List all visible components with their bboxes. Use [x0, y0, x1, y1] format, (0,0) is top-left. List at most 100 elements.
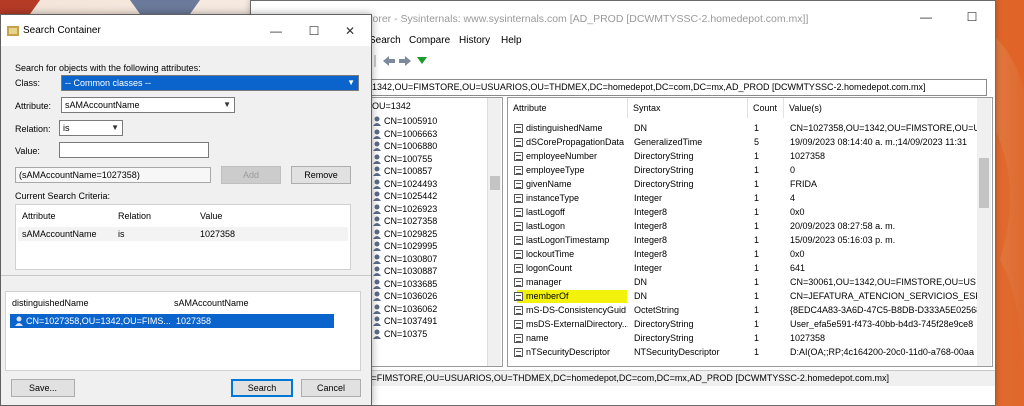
- tree-item[interactable]: CN=1029825: [372, 228, 437, 240]
- minimize-icon[interactable]: —: [911, 6, 941, 28]
- table-row[interactable]: instanceType Integer 1 4: [508, 192, 978, 205]
- tree-item[interactable]: CN=1033685: [372, 278, 437, 290]
- cell-syntax: Integer8: [634, 221, 668, 231]
- tree-scrollbar[interactable]: [487, 98, 501, 366]
- value-label: Value:: [15, 146, 40, 156]
- user-icon: [372, 216, 382, 226]
- cell-syntax: Integer: [634, 263, 663, 273]
- tree-item[interactable]: CN=1024493: [372, 178, 437, 190]
- cell-value: 4: [790, 193, 796, 203]
- tree-item[interactable]: CN=1025442: [372, 190, 437, 202]
- results-list[interactable]: distinguishedName sAMAccountName CN=1027…: [5, 291, 361, 371]
- tree-item[interactable]: CN=1005910: [372, 115, 437, 127]
- attribute-icon: [514, 236, 523, 245]
- tree-item[interactable]: CN=100857: [372, 165, 432, 177]
- table-row[interactable]: distinguishedName DN 1 CN=1027358,OU=1342,O…: [508, 122, 978, 135]
- tree-item[interactable]: CN=100755: [372, 153, 432, 165]
- tree-item[interactable]: CN=1036026: [372, 290, 437, 302]
- column-header-syntax[interactable]: Syntax: [628, 98, 748, 118]
- minimize-icon[interactable]: —: [261, 20, 291, 42]
- table-row[interactable]: msDS-ExternalDirectory... DirectoryString…: [508, 318, 978, 331]
- cell-value: 15/09/2023 05:16:03 p. m.: [790, 235, 896, 245]
- cell-value: 641: [790, 263, 806, 273]
- cell-value: 1027358: [790, 333, 826, 343]
- cell-value: 1027358: [790, 151, 826, 161]
- cell-syntax: DirectoryString: [634, 333, 694, 343]
- table-row[interactable]: lastLogon Integer8 1 20/09/2023 08:27:58 a.…: [508, 220, 978, 233]
- column-header-values[interactable]: Value(s): [784, 98, 992, 118]
- tree-item[interactable]: CN=1026923: [372, 203, 437, 215]
- tree-item[interactable]: CN=1027358: [372, 215, 437, 227]
- tree-item[interactable]: CN=1006880: [372, 140, 437, 152]
- close-icon[interactable]: ✕: [335, 20, 365, 42]
- menu-help[interactable]: Help: [501, 35, 522, 46]
- search-button[interactable]: Search: [231, 379, 293, 397]
- results-header-dn[interactable]: distinguishedName: [12, 298, 89, 308]
- tree-item[interactable]: CN=1006663: [372, 128, 437, 140]
- tree-item[interactable]: CN=1029995: [372, 240, 437, 252]
- table-row[interactable]: lockoutTime Integer8 1 0x0: [508, 248, 978, 261]
- column-header-attribute[interactable]: Attribute: [508, 98, 628, 118]
- attribute-icon: [514, 152, 523, 161]
- table-row[interactable]: logonCount Integer 1 641: [508, 262, 978, 275]
- column-header-count[interactable]: Count: [748, 98, 784, 118]
- table-row[interactable]: employeeType DirectoryString 1 0: [508, 164, 978, 177]
- table-row[interactable]: mS-DS-ConsistencyGuid OctetString 1 {8EDC4A…: [508, 304, 978, 317]
- attributes-scroll-thumb[interactable]: [979, 158, 989, 208]
- attributes-scrollbar[interactable]: [977, 98, 991, 366]
- attribute-dropdown[interactable]: sAMAccountName ▼: [61, 97, 235, 113]
- table-row-member-of[interactable]: memberOf DN 1 CN=JEFATURA_ATENCION_SERVICIO…: [508, 290, 978, 303]
- down-triangle-icon[interactable]: [417, 57, 427, 65]
- forward-arrow-icon[interactable]: [398, 55, 412, 67]
- save-button[interactable]: Save...: [11, 379, 75, 397]
- results-header-samaccountname[interactable]: sAMAccountName: [174, 298, 249, 308]
- menu-compare[interactable]: Compare: [409, 35, 450, 46]
- chevron-down-icon: ▼: [223, 100, 231, 109]
- path-field[interactable]: 1342,OU=FIMSTORE,OU=USUARIOS,OU=THDMEX,D…: [367, 79, 987, 96]
- cell-attribute: manager: [526, 277, 562, 287]
- cell-attribute: lastLogoff: [526, 207, 565, 217]
- table-row[interactable]: employeeNumber DirectoryString 1 1027358: [508, 150, 978, 163]
- table-row[interactable]: manager DN 1 CN=30061,OU=1342,OU=FIMSTORE,O…: [508, 276, 978, 289]
- relation-dropdown-value: is: [63, 123, 70, 133]
- table-row[interactable]: dSCorePropagationData GeneralizedTime 5 19/…: [508, 136, 978, 149]
- current-criteria-label: Current Search Criteria:: [15, 191, 111, 201]
- add-button[interactable]: Add: [221, 166, 281, 184]
- table-row[interactable]: name DirectoryString 1 1027358: [508, 332, 978, 345]
- criteria-list[interactable]: Attribute Relation Value sAMAccountName …: [15, 204, 351, 270]
- maximize-icon[interactable]: ☐: [299, 20, 329, 42]
- attributes-list[interactable]: Attribute Syntax Count Value(s) distingu…: [507, 97, 993, 367]
- attribute-icon: [514, 334, 523, 343]
- table-row[interactable]: lastLogonTimestamp Integer8 1 15/09/2023 05…: [508, 234, 978, 247]
- tree-view[interactable]: OU=1342 CN=1005910 CN=1006663 CN=1006880…: [367, 97, 503, 367]
- remove-button[interactable]: Remove: [291, 166, 351, 184]
- value-input[interactable]: [59, 142, 209, 158]
- criteria-row[interactable]: sAMAccountName is 1027358: [18, 227, 348, 241]
- back-arrow-icon[interactable]: [382, 55, 396, 67]
- criteria-header-relation[interactable]: Relation: [118, 211, 151, 221]
- table-row[interactable]: givenName DirectoryString 1 FRIDA: [508, 178, 978, 191]
- menu-history[interactable]: History: [459, 35, 490, 46]
- maximize-icon[interactable]: ☐: [957, 6, 987, 28]
- table-row[interactable]: lastLogoff Integer8 1 0x0: [508, 206, 978, 219]
- tree-item[interactable]: CN=1036062: [372, 303, 437, 315]
- cell-attribute: employeeNumber: [526, 151, 598, 161]
- cancel-button[interactable]: Cancel: [301, 379, 361, 397]
- user-icon: [372, 166, 382, 176]
- criteria-header-attribute[interactable]: Attribute: [22, 211, 56, 221]
- relation-dropdown[interactable]: is ▼: [59, 120, 123, 136]
- cell-syntax: Integer8: [634, 235, 668, 245]
- dialog-title: Search Container: [23, 25, 101, 36]
- results-row-selected[interactable]: CN=1027358,OU=1342,OU=FIMS... 1027358: [10, 314, 334, 328]
- class-dropdown[interactable]: -- Common classes -- ▼: [61, 75, 359, 91]
- tree-item[interactable]: CN=1037491: [372, 315, 437, 327]
- user-icon: [372, 141, 382, 151]
- tree-item[interactable]: CN=1030887: [372, 265, 437, 277]
- tree-scroll-thumb[interactable]: [490, 176, 500, 190]
- tree-item[interactable]: CN=10375: [372, 328, 427, 340]
- menu-search[interactable]: Search: [369, 35, 401, 46]
- table-row[interactable]: nTSecurityDescriptor NTSecurityDescriptor…: [508, 346, 978, 359]
- criteria-header-value[interactable]: Value: [200, 211, 222, 221]
- tree-item[interactable]: CN=1030807: [372, 253, 437, 265]
- cell-count: 1: [754, 263, 760, 273]
